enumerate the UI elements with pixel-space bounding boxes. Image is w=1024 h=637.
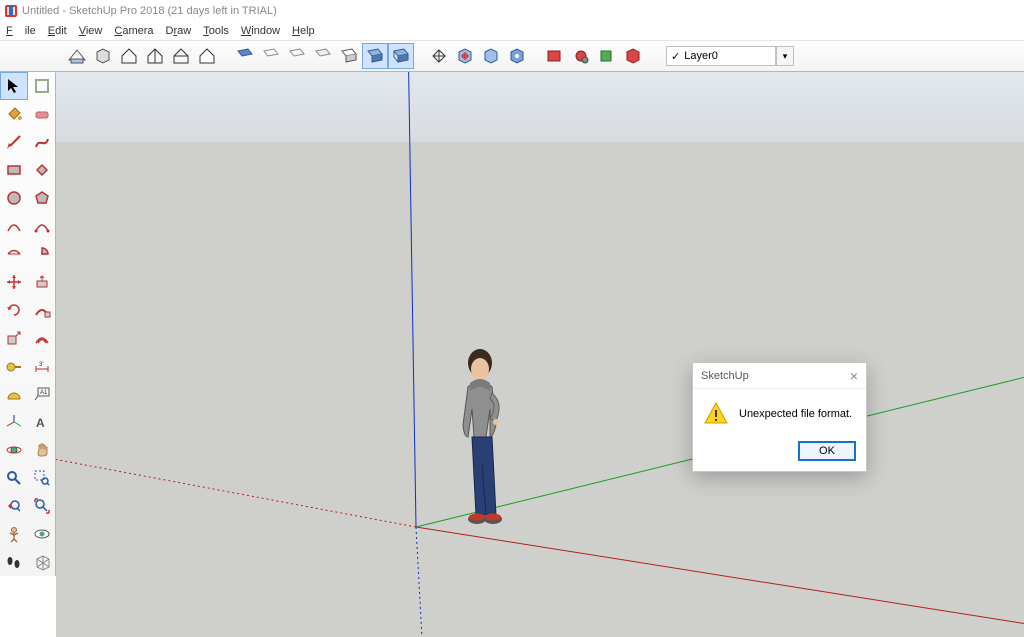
scale-tool-icon[interactable] <box>0 324 28 352</box>
dialog-close-button[interactable]: × <box>850 368 858 384</box>
scale-figure <box>446 347 526 532</box>
eraser-icon[interactable] <box>28 100 56 128</box>
polygon-tool-icon[interactable] <box>28 184 56 212</box>
text-tool-icon[interactable]: A1 <box>28 380 56 408</box>
app-logo-icon <box>4 4 18 18</box>
tape-tool-icon[interactable] <box>0 352 28 380</box>
rot-rectangle-tool-icon[interactable] <box>28 156 56 184</box>
look-around-tool-icon[interactable] <box>28 520 56 548</box>
pan-tool-icon[interactable] <box>28 436 56 464</box>
svg-text:A1: A1 <box>40 390 48 396</box>
face-texture-icon[interactable] <box>388 43 414 69</box>
axes-overlay <box>56 72 1024 637</box>
prev-view-tool-icon[interactable] <box>0 492 28 520</box>
rotate-tool-icon[interactable] <box>0 296 28 324</box>
menu-edit[interactable]: Edit <box>48 25 67 37</box>
move-tool-icon[interactable] <box>0 268 28 296</box>
xray-tool-icon[interactable] <box>28 548 56 576</box>
freehand-tool-icon[interactable] <box>28 128 56 156</box>
face-shaded-icon[interactable] <box>362 43 388 69</box>
face-white-icon[interactable] <box>258 43 284 69</box>
viewport[interactable] <box>56 72 1024 637</box>
left-toolbox: 3' A1 A <box>0 72 56 576</box>
dialog-ok-button[interactable]: OK <box>798 441 856 461</box>
chevron-down-icon: ▾ <box>783 51 788 62</box>
orbit-tool-icon[interactable] <box>0 436 28 464</box>
section-plane-icon[interactable] <box>426 43 452 69</box>
rectangle-tool-icon[interactable] <box>0 156 28 184</box>
pushpull-tool-icon[interactable] <box>28 268 56 296</box>
house2-icon[interactable] <box>142 43 168 69</box>
svg-text:A: A <box>36 416 45 430</box>
menu-file[interactable]: FFileile <box>6 25 36 37</box>
circle-tool-icon[interactable] <box>0 184 28 212</box>
menu-bar: FFileile Edit View Camera Draw Tools Win… <box>0 22 1024 40</box>
line-tool-icon[interactable] <box>0 128 28 156</box>
arc3-tool-icon[interactable] <box>0 240 28 268</box>
face-blue-icon[interactable] <box>232 43 258 69</box>
menu-window[interactable]: Window <box>241 25 280 37</box>
menu-draw[interactable]: Draw <box>166 25 192 37</box>
house3-icon[interactable] <box>168 43 194 69</box>
offset-tool-icon[interactable] <box>28 324 56 352</box>
house1-icon[interactable] <box>116 43 142 69</box>
layer-selector[interactable]: ✓ Layer0 <box>666 46 776 66</box>
layer-dropdown-button[interactable]: ▾ <box>776 46 794 66</box>
model-info-icon[interactable] <box>64 43 90 69</box>
ext-warehouse-icon[interactable] <box>620 43 646 69</box>
dialog-title: SketchUp <box>701 370 749 382</box>
select-tool-icon[interactable] <box>0 72 28 100</box>
ext-gear-icon[interactable] <box>568 43 594 69</box>
menu-camera[interactable]: Camera <box>114 25 153 37</box>
arc2-tool-icon[interactable] <box>28 212 56 240</box>
error-dialog: SketchUp × Unexpected file format. OK <box>692 362 867 472</box>
protractor-tool-icon[interactable] <box>0 380 28 408</box>
dimension-tool-icon[interactable]: 3' <box>28 352 56 380</box>
walk-tool-icon[interactable] <box>0 548 28 576</box>
svg-text:3': 3' <box>39 362 43 368</box>
house4-icon[interactable] <box>194 43 220 69</box>
face-sheet-icon[interactable] <box>310 43 336 69</box>
top-toolbar: ✓ Layer0 ▾ <box>0 40 1024 72</box>
paint-bucket-icon[interactable] <box>0 100 28 128</box>
zoom-tool-icon[interactable] <box>0 464 28 492</box>
followme-tool-icon[interactable] <box>28 296 56 324</box>
axes-tool-icon[interactable] <box>0 408 28 436</box>
arc-tool-icon[interactable] <box>0 212 28 240</box>
3dtext-tool-icon[interactable]: A <box>28 408 56 436</box>
pie-tool-icon[interactable] <box>28 240 56 268</box>
dialog-ok-label: OK <box>819 445 835 457</box>
menu-tools[interactable]: Tools <box>203 25 229 37</box>
section-display-icon[interactable] <box>452 43 478 69</box>
dialog-message: Unexpected file format. <box>739 408 852 420</box>
components-icon[interactable] <box>90 43 116 69</box>
ext-red-icon[interactable] <box>542 43 568 69</box>
menu-view[interactable]: View <box>79 25 103 37</box>
check-icon: ✓ <box>671 50 680 63</box>
position-camera-tool-icon[interactable] <box>0 520 28 548</box>
warning-icon <box>703 401 729 427</box>
menu-help[interactable]: Help <box>292 25 315 37</box>
section-fill-icon[interactable] <box>504 43 530 69</box>
zoom-extents-tool-icon[interactable] <box>28 492 56 520</box>
ext-green-icon[interactable] <box>594 43 620 69</box>
zoom-window-tool-icon[interactable] <box>28 464 56 492</box>
layer-selected-label: Layer0 <box>684 50 718 62</box>
window-title: Untitled - SketchUp Pro 2018 (21 days le… <box>22 5 277 17</box>
title-bar: Untitled - SketchUp Pro 2018 (21 days le… <box>0 0 1024 22</box>
section-cut-icon[interactable] <box>478 43 504 69</box>
box-select-icon[interactable] <box>28 72 56 100</box>
face-perp-icon[interactable] <box>284 43 310 69</box>
face-mono-icon[interactable] <box>336 43 362 69</box>
